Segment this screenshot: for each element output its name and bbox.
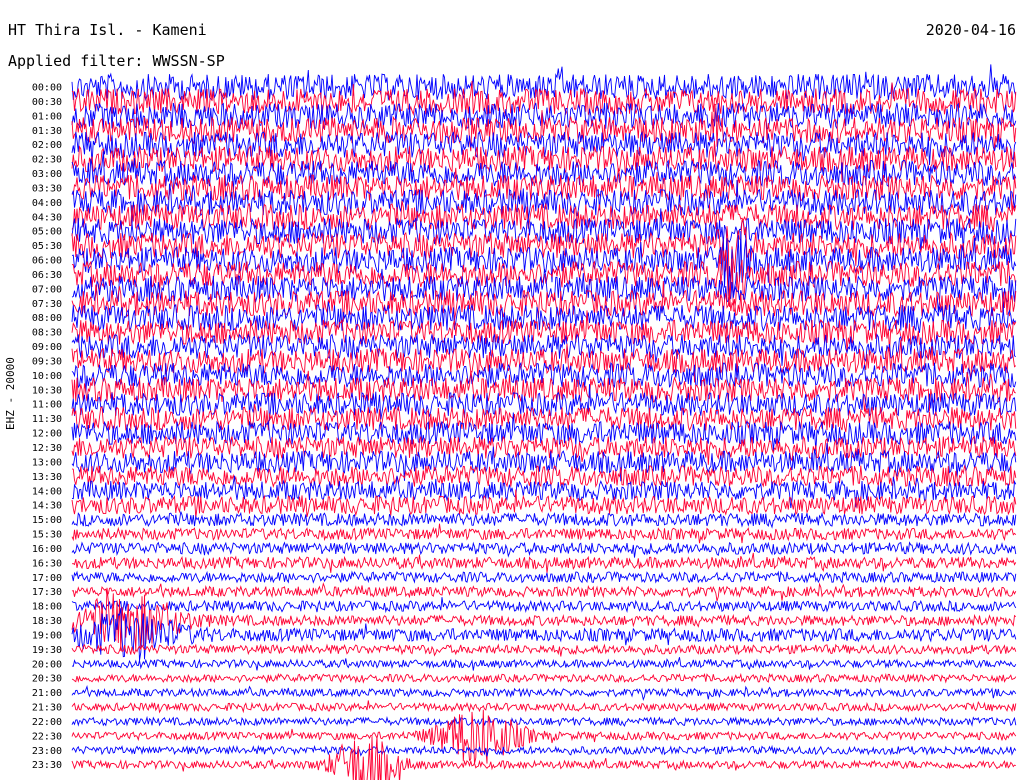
seismogram-trace-2000 bbox=[71, 657, 1017, 671]
time-tick-label: 02:00 bbox=[32, 140, 62, 151]
time-tick-label: 04:30 bbox=[32, 212, 62, 223]
seismogram-trace-1430 bbox=[71, 489, 1017, 519]
time-tick-label: 20:30 bbox=[32, 674, 62, 685]
time-tick-label: 11:30 bbox=[32, 414, 62, 425]
time-tick-label: 12:00 bbox=[32, 429, 62, 440]
time-tick-label: 13:30 bbox=[32, 472, 62, 483]
seismogram-trace-2100 bbox=[71, 684, 1017, 702]
seismogram-trace-1800 bbox=[71, 597, 1017, 614]
time-tick-label: 08:00 bbox=[32, 313, 62, 324]
seismogram-trace-1830 bbox=[71, 587, 1017, 652]
time-tick-label: 01:00 bbox=[32, 111, 62, 122]
seismogram-trace-1630 bbox=[71, 552, 1017, 574]
time-tick-label: 22:00 bbox=[32, 717, 62, 728]
seismogram-trace-1500 bbox=[71, 511, 1017, 529]
time-tick-label: 10:30 bbox=[32, 385, 62, 396]
time-tick-label: 03:30 bbox=[32, 183, 62, 194]
helicorder-plot: 00:00 00:30 01:00 01:30 02:00 02:30 03:00 03:30… bbox=[32, 64, 1017, 780]
time-tick-label: 21:30 bbox=[32, 703, 62, 714]
seismogram-trace-2330 bbox=[71, 736, 1016, 780]
seismogram-trace-1930 bbox=[71, 643, 1017, 657]
seismogram-trace-2030 bbox=[71, 672, 1017, 684]
time-tick-label: 07:00 bbox=[32, 284, 62, 295]
time-tick-label: 11:00 bbox=[32, 400, 62, 411]
time-tick-label: 08:30 bbox=[32, 328, 62, 339]
seismogram-trace-2230 bbox=[71, 709, 1017, 764]
time-tick-label: 00:00 bbox=[32, 83, 62, 94]
time-tick-label: 15:30 bbox=[32, 530, 62, 541]
time-tick-label: 10:00 bbox=[32, 371, 62, 382]
time-tick-label: 05:00 bbox=[32, 227, 62, 238]
time-tick-label: 18:00 bbox=[32, 602, 62, 613]
time-tick-label: 05:30 bbox=[32, 241, 62, 252]
time-tick-label: 16:30 bbox=[32, 558, 62, 569]
seismogram-trace-2130 bbox=[71, 700, 1017, 714]
time-tick-label: 12:30 bbox=[32, 443, 62, 454]
time-tick-label: 06:30 bbox=[32, 270, 62, 281]
seismogram-trace-1730 bbox=[71, 582, 1017, 602]
time-tick-label: 07:30 bbox=[32, 299, 62, 310]
time-tick-label: 00:30 bbox=[32, 97, 62, 108]
time-tick-label: 15:00 bbox=[32, 515, 62, 526]
time-tick-label: 13:00 bbox=[32, 457, 62, 468]
time-tick-label: 19:30 bbox=[32, 645, 62, 656]
seismogram-trace-1700 bbox=[71, 570, 1017, 584]
time-tick-label: 20:00 bbox=[32, 659, 62, 670]
time-tick-label: 22:30 bbox=[32, 731, 62, 742]
time-tick-label: 06:00 bbox=[32, 256, 62, 267]
time-tick-label: 18:30 bbox=[32, 616, 62, 627]
time-tick-label: 23:00 bbox=[32, 746, 62, 757]
time-tick-label: 01:30 bbox=[32, 126, 62, 137]
time-tick-label: 09:00 bbox=[32, 342, 62, 353]
time-tick-label: 09:30 bbox=[32, 356, 62, 367]
seismogram-trace-1600 bbox=[71, 541, 1017, 558]
time-tick-label: 14:30 bbox=[32, 501, 62, 512]
time-tick-label: 16:00 bbox=[32, 544, 62, 555]
time-tick-label: 14:00 bbox=[32, 486, 62, 497]
time-tick-label: 02:30 bbox=[32, 155, 62, 166]
time-tick-label: 17:30 bbox=[32, 587, 62, 598]
time-tick-label: 23:30 bbox=[32, 760, 62, 771]
time-tick-label: 04:00 bbox=[32, 198, 62, 209]
seismogram-trace-1530 bbox=[71, 523, 1017, 544]
seismogram-trace-2300 bbox=[71, 744, 1017, 757]
time-tick-label: 17:00 bbox=[32, 573, 62, 584]
time-tick-label: 03:00 bbox=[32, 169, 62, 180]
time-tick-label: 19:00 bbox=[32, 630, 62, 641]
seismogram-trace-2200 bbox=[71, 715, 1017, 728]
time-tick-label: 21:00 bbox=[32, 688, 62, 699]
